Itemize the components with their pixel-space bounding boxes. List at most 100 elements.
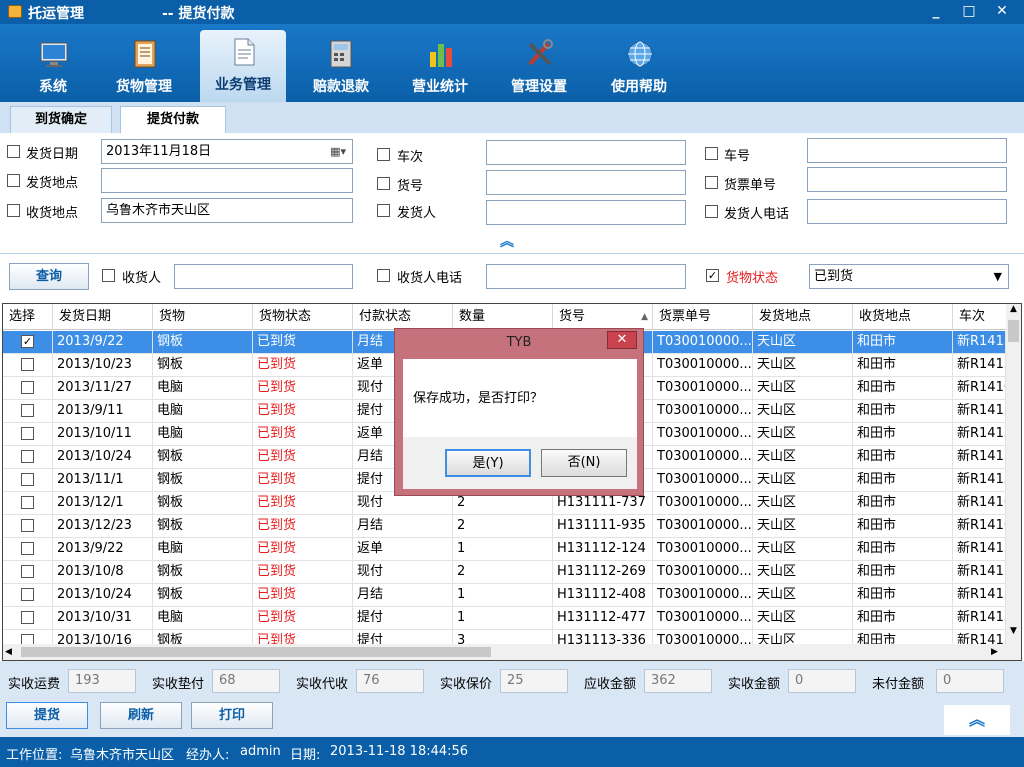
scroll-thumb[interactable] — [1008, 320, 1019, 342]
horizontal-scrollbar[interactable]: ◀ ▶ — [3, 644, 1021, 660]
table-row[interactable]: 2013/10/8 钢板 已到货 现付 2 H131112-269 T030010000..… — [3, 561, 1006, 584]
col-quantity[interactable]: 数量 — [453, 304, 553, 330]
receiver-phone-input[interactable] — [486, 264, 686, 289]
hscroll-thumb[interactable] — [21, 647, 491, 657]
scroll-left-icon[interactable]: ◀ — [5, 644, 19, 660]
query-button[interactable]: 查询 — [9, 263, 89, 290]
cell-select[interactable] — [3, 446, 53, 469]
row-checkbox[interactable] — [21, 542, 34, 555]
dialog-close-button[interactable]: ✕ — [607, 331, 637, 349]
recv-place-input[interactable]: 乌鲁木齐市天山区 — [101, 198, 353, 223]
col-goods-no[interactable]: 货号 ▲ — [553, 304, 653, 330]
table-row[interactable]: 2013/12/23 钢板 已到货 月结 2 H131111-935 T030010000.… — [3, 515, 1006, 538]
car-no-input[interactable] — [807, 138, 1007, 163]
cell-select[interactable] — [3, 400, 53, 423]
tab-pickup-payment[interactable]: 提货付款 — [120, 106, 226, 133]
table-row[interactable]: 2013/9/22 电脑 已到货 返单 1 H131112-124 T030010000..… — [3, 538, 1006, 561]
cell-ship-date: 2013/11/27 — [53, 377, 153, 400]
dialog-no-button[interactable]: 否(N) — [541, 449, 627, 477]
car-no-checkbox[interactable] — [705, 147, 718, 160]
scroll-right-icon[interactable]: ▶ — [991, 644, 1005, 660]
shipper-phone-input[interactable] — [807, 199, 1007, 224]
trip-input[interactable] — [486, 140, 686, 165]
col-goods[interactable]: 货物 — [153, 304, 253, 330]
dialog-body: 保存成功，是否打印？ 是(Y) 否(N) — [403, 359, 637, 489]
col-ticket-no[interactable]: 货票单号 — [653, 304, 753, 330]
goods-no-checkbox[interactable] — [377, 177, 390, 190]
cell-select[interactable]: ✓ — [3, 331, 53, 354]
shipper-checkbox[interactable] — [377, 204, 390, 217]
cell-select[interactable] — [3, 538, 53, 561]
row-checkbox[interactable]: ✓ — [21, 335, 34, 348]
row-checkbox[interactable] — [21, 427, 34, 440]
col-pay-status[interactable]: 付款状态 — [353, 304, 453, 330]
cell-select[interactable] — [3, 515, 53, 538]
row-checkbox[interactable] — [21, 496, 34, 509]
print-button[interactable]: 打印 — [191, 702, 273, 729]
cell-select[interactable] — [3, 561, 53, 584]
trip-checkbox[interactable] — [377, 148, 390, 161]
cell-select[interactable] — [3, 607, 53, 630]
col-ship-place[interactable]: 发货地点 — [753, 304, 853, 330]
shipper-phone-checkbox[interactable] — [705, 205, 718, 218]
cell-select[interactable] — [3, 423, 53, 446]
cell-select[interactable] — [3, 584, 53, 607]
ribbon-settings[interactable]: 管理设置 — [496, 32, 582, 102]
ticket-no-input[interactable] — [807, 167, 1007, 192]
cell-select[interactable] — [3, 377, 53, 400]
ribbon-business[interactable]: 业务管理 — [200, 30, 286, 102]
col-goods-status[interactable]: 货物状态 — [253, 304, 353, 330]
ship-place-checkbox[interactable] — [7, 174, 20, 187]
receiver-phone-checkbox[interactable] — [377, 269, 390, 282]
row-checkbox[interactable] — [21, 565, 34, 578]
collapse-filter-icon[interactable]: ︽ — [500, 235, 514, 249]
status-select[interactable]: 已到货 ▼ — [809, 264, 1009, 289]
row-checkbox[interactable] — [21, 588, 34, 601]
ship-date-picker[interactable]: 2013年11月18日 ▦▾ — [101, 139, 353, 164]
dialog-yes-button[interactable]: 是(Y) — [445, 449, 531, 477]
col-recv-place[interactable]: 收货地点 — [853, 304, 953, 330]
vertical-scrollbar[interactable]: ▲ ▼ — [1006, 304, 1021, 644]
row-checkbox[interactable] — [21, 450, 34, 463]
col-select[interactable]: 选择 — [3, 304, 53, 330]
ribbon-help[interactable]: 使用帮助 — [596, 32, 682, 102]
ribbon-compensation[interactable]: 赔款退款 — [298, 32, 384, 102]
row-checkbox[interactable] — [21, 358, 34, 371]
cell-select[interactable] — [3, 492, 53, 515]
minimize-button[interactable]: _ — [922, 0, 950, 22]
cell-select[interactable] — [3, 354, 53, 377]
row-checkbox[interactable] — [21, 519, 34, 532]
row-checkbox[interactable] — [21, 611, 34, 624]
expand-panel-icon[interactable]: ︽ — [944, 705, 1010, 735]
ribbon-goods[interactable]: 货物管理 — [101, 32, 187, 102]
shipper-input[interactable] — [486, 200, 686, 225]
maximize-button[interactable]: □ — [955, 0, 983, 22]
col-trip[interactable]: 车次 — [953, 304, 1013, 330]
receiver-input[interactable] — [174, 264, 353, 289]
recv-place-checkbox[interactable] — [7, 204, 20, 217]
row-checkbox[interactable] — [21, 381, 34, 394]
tab-arrival-confirm[interactable]: 到货确定 — [10, 106, 112, 133]
cell-quantity: 2 — [453, 561, 553, 584]
cell-select[interactable] — [3, 469, 53, 492]
ribbon-statistics[interactable]: 营业统计 — [397, 32, 483, 102]
row-checkbox[interactable] — [21, 404, 34, 417]
ship-date-checkbox[interactable] — [7, 145, 20, 158]
status-checkbox[interactable]: ✓ — [706, 269, 719, 282]
col-ship-date[interactable]: 发货日期 — [53, 304, 153, 330]
receiver-checkbox[interactable] — [102, 269, 115, 282]
refresh-button[interactable]: 刷新 — [100, 702, 182, 729]
ticket-no-checkbox[interactable] — [705, 176, 718, 189]
close-button[interactable]: ✕ — [988, 0, 1016, 22]
table-row[interactable]: 2013/10/24 钢板 已到货 月结 1 H131112-408 T030010000.… — [3, 584, 1006, 607]
goods-no-input[interactable] — [486, 170, 686, 195]
ship-place-input[interactable] — [101, 168, 353, 193]
row-checkbox[interactable] — [21, 473, 34, 486]
calendar-dropdown-icon[interactable]: ▦▾ — [330, 140, 346, 163]
pickup-button[interactable]: 提货 — [6, 702, 88, 729]
ribbon-system[interactable]: 系统 — [10, 32, 96, 102]
scroll-down-icon[interactable]: ▼ — [1006, 626, 1021, 640]
cell-recv-place: 和田市 — [853, 377, 953, 400]
scroll-up-icon[interactable]: ▲ — [1006, 304, 1021, 318]
table-row[interactable]: 2013/10/31 电脑 已到货 提付 1 H131112-477 T030010000.… — [3, 607, 1006, 630]
